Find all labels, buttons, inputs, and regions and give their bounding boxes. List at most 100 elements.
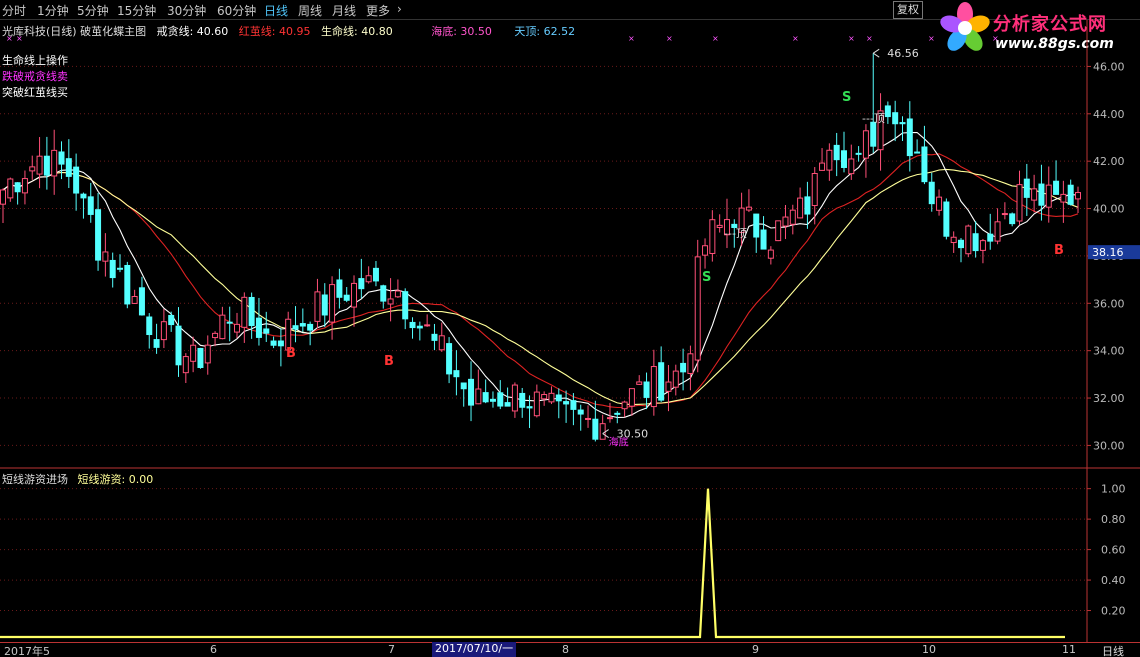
trough-text: 海底 bbox=[609, 436, 629, 449]
period-label: 日线 bbox=[1102, 645, 1124, 657]
candle-body bbox=[680, 362, 687, 373]
date-tick-4: 9 bbox=[752, 643, 759, 656]
candle-body bbox=[767, 249, 774, 259]
candle-body bbox=[468, 378, 475, 406]
top-marker-1: ---顶 bbox=[724, 227, 747, 240]
candle-body bbox=[782, 216, 789, 227]
candle-body bbox=[789, 209, 796, 225]
top-x-marker: × bbox=[666, 34, 673, 43]
candle-body bbox=[131, 296, 138, 304]
top-x-marker: × bbox=[792, 34, 799, 43]
candle-body bbox=[307, 323, 314, 331]
sub-panel-header: 短线游资进场 短线游资: 0.00 bbox=[2, 471, 153, 487]
candle-body bbox=[424, 324, 431, 327]
candle-body bbox=[628, 388, 635, 407]
candle-body bbox=[870, 121, 877, 147]
candle-body bbox=[241, 296, 248, 328]
candle-body bbox=[124, 264, 131, 305]
top-x-marker: × bbox=[712, 34, 719, 43]
candle-body bbox=[343, 294, 350, 301]
candlestick-chart[interactable]: 46.0044.0042.0040.0038.0036.0034.0032.00… bbox=[0, 0, 1140, 657]
shengming-line bbox=[2, 168, 1079, 406]
candle-body bbox=[416, 325, 423, 329]
candle-body bbox=[745, 206, 752, 211]
candle-body bbox=[460, 382, 467, 390]
date-tick-2: 7 bbox=[388, 643, 395, 656]
candle-body bbox=[906, 118, 913, 157]
y-tick-label: 36.00 bbox=[1093, 297, 1125, 310]
candle-body bbox=[453, 370, 460, 378]
candle-body bbox=[1075, 192, 1081, 200]
candle-body bbox=[643, 381, 650, 398]
candle-body bbox=[234, 323, 241, 333]
peak-label: 46.56 bbox=[887, 47, 919, 60]
candle-body bbox=[87, 196, 94, 215]
candle-body bbox=[511, 384, 518, 412]
candle-body bbox=[51, 149, 58, 177]
candle-body bbox=[965, 225, 972, 255]
candle-body bbox=[694, 256, 701, 361]
candle-body bbox=[855, 152, 862, 155]
y-tick-label: 42.00 bbox=[1093, 155, 1125, 168]
candle-body bbox=[892, 112, 899, 125]
candle-body bbox=[709, 219, 716, 254]
date-tick-0: 2017年5 bbox=[4, 645, 50, 657]
candle-body bbox=[219, 314, 226, 340]
candle-body bbox=[702, 245, 709, 256]
candle-body bbox=[797, 197, 804, 219]
candle-body bbox=[819, 162, 826, 171]
candle-body bbox=[592, 418, 599, 440]
top-x-marker: × bbox=[848, 34, 855, 43]
candle-body bbox=[36, 155, 43, 175]
candle-body bbox=[95, 209, 102, 261]
candle-body bbox=[665, 381, 672, 392]
candle-body bbox=[29, 166, 36, 172]
candle-body bbox=[497, 392, 504, 407]
candle-body bbox=[943, 201, 950, 237]
candle-body bbox=[979, 240, 986, 251]
buy-signal-0: B bbox=[286, 346, 296, 361]
y-tick-label: 46.00 bbox=[1093, 60, 1125, 73]
candle-body bbox=[358, 278, 365, 290]
candle-body bbox=[914, 151, 921, 154]
candle-body bbox=[117, 267, 124, 270]
candle-body bbox=[753, 213, 760, 238]
candle-body bbox=[314, 291, 321, 322]
candle-body bbox=[336, 279, 343, 298]
candle-body bbox=[146, 316, 153, 336]
candle-body bbox=[299, 323, 306, 327]
y-tick-label: 40.00 bbox=[1093, 203, 1125, 216]
candle-body bbox=[182, 356, 189, 374]
candle-body bbox=[321, 294, 328, 316]
candle-body bbox=[489, 398, 496, 402]
candle-body bbox=[950, 236, 957, 244]
candle-body bbox=[921, 146, 928, 183]
peak-arrow-icon bbox=[872, 48, 880, 58]
candle-body bbox=[716, 224, 723, 228]
candle-body bbox=[7, 178, 14, 199]
candle-body bbox=[504, 402, 511, 407]
candle-body bbox=[1038, 183, 1045, 206]
candle-body bbox=[687, 353, 694, 374]
sub-y-tick-label: 1.00 bbox=[1101, 483, 1126, 496]
candle-body bbox=[175, 325, 182, 366]
candle-body bbox=[365, 275, 372, 283]
candle-body bbox=[775, 220, 782, 242]
candle-body bbox=[519, 392, 526, 408]
candle-body bbox=[102, 251, 109, 262]
sub-y-tick-label: 0.80 bbox=[1101, 513, 1126, 526]
candle-body bbox=[372, 267, 379, 282]
hongjian-line bbox=[2, 153, 1079, 409]
candle-body bbox=[658, 362, 665, 401]
candle-body bbox=[402, 291, 409, 320]
candle-body bbox=[394, 290, 401, 298]
candle-body bbox=[533, 391, 540, 417]
price-tag: 38.16 bbox=[1092, 246, 1124, 259]
date-tick-3: 8 bbox=[562, 643, 569, 656]
candle-body bbox=[190, 344, 197, 362]
candle-body bbox=[936, 196, 943, 211]
candle-body bbox=[65, 158, 72, 177]
candle-body bbox=[585, 417, 592, 420]
top-x-marker: × bbox=[628, 34, 635, 43]
candle-body bbox=[811, 173, 818, 207]
